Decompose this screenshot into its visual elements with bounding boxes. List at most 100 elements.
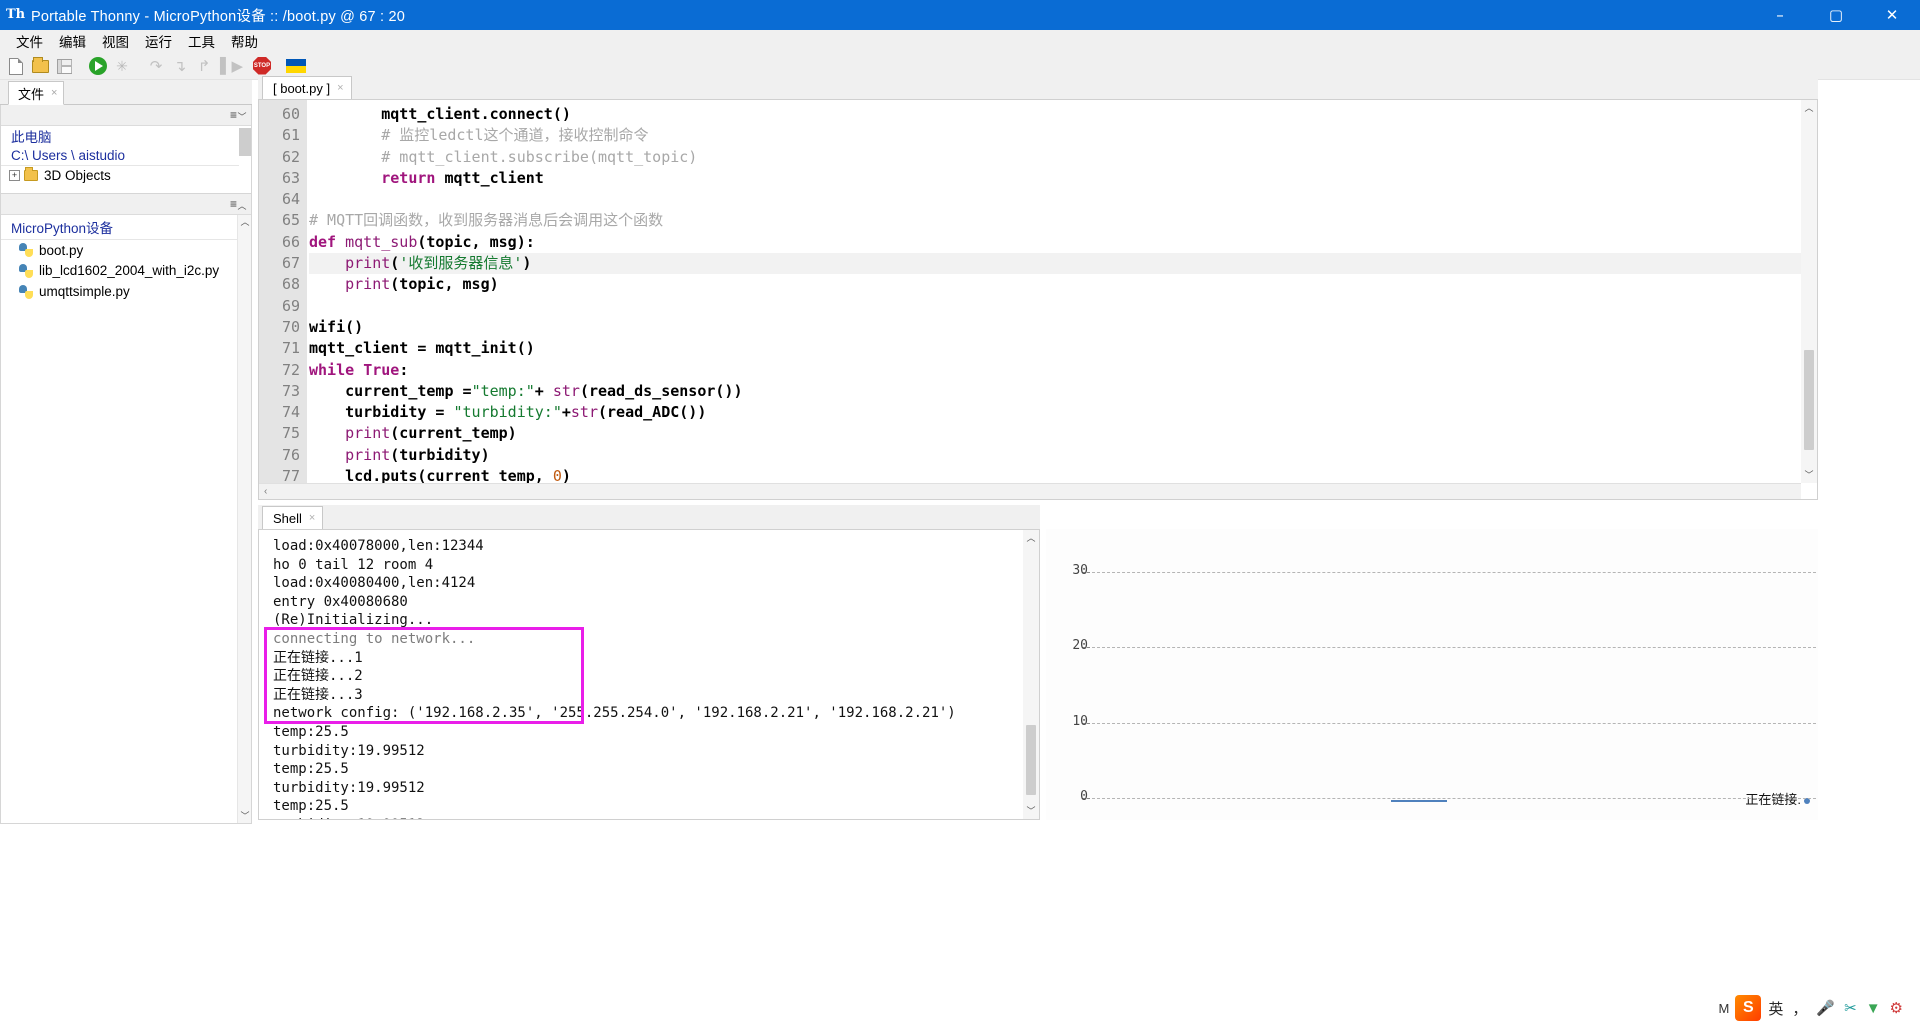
python-file-icon — [19, 243, 33, 257]
code-token: ) — [561, 467, 571, 483]
ime-screenshot-icon[interactable]: ✂ — [1844, 999, 1857, 1017]
scroll-thumb[interactable] — [239, 128, 251, 156]
device-file-boot[interactable]: boot.py — [1, 239, 251, 260]
expander-icon[interactable]: + — [9, 169, 20, 181]
device-file-umqttsimple[interactable]: umqttsimple.py — [1, 281, 251, 302]
scroll-up-icon[interactable]: ︿ — [1801, 100, 1817, 116]
plotter-canvas[interactable]: 正在链接. 0 10 20 30 — [1046, 529, 1818, 820]
code-token: (topic, msg): — [417, 232, 535, 251]
chevron-up-icon[interactable]: ︿ — [236, 199, 248, 212]
ime-settings-icon[interactable]: ⚙ — [1890, 999, 1903, 1017]
menu-view[interactable]: 视图 — [94, 29, 137, 53]
scroll-down-icon[interactable]: ﹀ — [1023, 803, 1039, 819]
tab-shell[interactable]: Shell × — [262, 506, 324, 529]
save-file-icon[interactable] — [53, 55, 75, 77]
step-into-icon[interactable]: ↴ — [169, 55, 191, 77]
code-token: 0 — [543, 467, 562, 483]
close-button[interactable]: ✕ — [1864, 0, 1920, 30]
python-file-icon — [19, 284, 33, 299]
step-out-icon[interactable]: ↱ — [193, 55, 215, 77]
menu-tools[interactable]: 工具 — [180, 29, 223, 53]
code-line[interactable]: mqtt_client = mqtt_init() — [309, 338, 1801, 359]
code-line[interactable]: # 监控ledctl这个通道，接收控制命令 — [309, 125, 1801, 146]
sogou-ime-icon[interactable] — [1735, 995, 1762, 1021]
scroll-left-icon[interactable]: ‹ — [264, 486, 267, 497]
step-over-icon[interactable]: ↷ — [145, 55, 167, 77]
code-token: (current_temp) — [390, 424, 517, 443]
code-line[interactable]: return mqtt_client — [309, 168, 1801, 189]
code-line[interactable]: print(topic, msg) — [309, 274, 1801, 295]
code-line[interactable]: current_temp ="temp:"+ str(read_ds_senso… — [309, 381, 1801, 402]
code-line[interactable]: lcd.puts(current_temp, 0) — [309, 466, 1801, 483]
ime-toolbox-icon[interactable]: ▼ — [1866, 1000, 1881, 1017]
code-line[interactable]: def mqtt_sub(topic, msg): — [309, 232, 1801, 253]
code-line[interactable] — [309, 189, 1801, 210]
window-controls: – ▢ ✕ — [1752, 0, 1920, 30]
code-lines[interactable]: mqtt_client.connect() # 监控ledctl这个通道，接收控… — [309, 104, 1801, 483]
tab-boot-py[interactable]: [ boot.py ] × — [262, 76, 352, 99]
shell-line: turbidity:19.99512 — [273, 779, 425, 796]
code-line[interactable]: # MQTT回调函数，收到服务器消息后会调用这个函数 — [309, 210, 1801, 231]
code-line[interactable]: wifi() — [309, 317, 1801, 338]
ime-punctuation-icon[interactable]: ， — [1792, 998, 1807, 1019]
line-number: 77 — [281, 467, 300, 483]
close-icon[interactable]: × — [51, 87, 57, 99]
tree-item-3d-objects[interactable]: + 3D Objects — [1, 165, 251, 184]
ime-mode-english[interactable]: 英 — [1768, 998, 1783, 1019]
line-number: 63 — [281, 168, 300, 187]
scroll-thumb[interactable] — [1026, 725, 1036, 795]
code-token: def — [309, 232, 337, 251]
debug-script-icon[interactable]: ✳ — [111, 55, 133, 77]
code-line[interactable] — [309, 296, 1801, 317]
code-line[interactable]: print('收到服务器信息') — [309, 253, 1801, 275]
open-file-icon[interactable] — [29, 55, 51, 77]
close-icon[interactable]: × — [309, 512, 315, 524]
menu-edit[interactable]: 编辑 — [51, 29, 94, 53]
code-line[interactable]: print(current_temp) — [309, 423, 1801, 444]
scroll-up-icon[interactable]: ︿ — [238, 215, 252, 229]
stop-icon[interactable]: STOP — [251, 55, 273, 77]
shell-line: 正在链接...1 — [273, 649, 363, 666]
editor-horizontal-scrollbar[interactable]: ‹ — [259, 483, 1801, 499]
scroll-up-icon[interactable]: ︿ — [1023, 530, 1039, 546]
editor-vertical-scrollbar[interactable]: ︿ ﹀ — [1801, 100, 1817, 483]
code-token: (read_ds_sensor()) — [579, 381, 743, 400]
chevron-down-icon[interactable]: ﹀ — [236, 110, 248, 123]
tab-files[interactable]: 文件 × — [8, 81, 65, 105]
line-number: 75 — [281, 424, 300, 443]
this-computer-header: ≡ ﹀ — [1, 105, 251, 126]
menu-run[interactable]: 运行 — [137, 29, 180, 53]
this-computer-path: C:\ Users \ aistudio — [11, 148, 126, 163]
code-line[interactable]: print(turbidity) — [309, 445, 1801, 466]
code-line[interactable]: while True: — [309, 360, 1801, 381]
device-file-lib-lcd[interactable]: lib_lcd1602_2004_with_i2c.py — [1, 260, 251, 281]
resume-icon[interactable]: ▌▶ — [217, 55, 243, 77]
menu-help[interactable]: 帮助 — [223, 29, 266, 53]
code-token: str — [552, 381, 580, 400]
ime-voice-input-icon[interactable]: 🎤 — [1816, 999, 1835, 1017]
new-file-icon[interactable] — [5, 55, 27, 77]
code-line[interactable]: # mqtt_client.subscribe(mqtt_topic) — [309, 147, 1801, 168]
shell-body[interactable]: load:0x40078000,len:12344 ho 0 tail 12 ro… — [258, 529, 1040, 820]
code-view[interactable]: 60 61 62 63 64 65 66 67 68 69 70 71 72 73 74 75 76 77 mqt… — [259, 100, 1801, 483]
shell-scrollbar[interactable]: ︿ ﹀ — [1023, 530, 1039, 819]
line-number: 72 — [281, 360, 300, 379]
menu-file[interactable]: 文件 — [8, 29, 51, 53]
scroll-down-icon[interactable]: ﹀ — [238, 809, 252, 823]
close-icon[interactable]: × — [337, 82, 343, 94]
code-line[interactable]: turbidity = "turbidity:"+str(read_ADC()) — [309, 402, 1801, 423]
scroll-down-icon[interactable]: ﹀ — [1801, 467, 1817, 483]
device-scrollbar[interactable]: ︿ ﹀ — [237, 215, 251, 823]
maximize-button[interactable]: ▢ — [1808, 0, 1864, 30]
shell-output[interactable]: load:0x40078000,len:12344 ho 0 tail 12 ro… — [259, 530, 1023, 819]
code-line[interactable]: mqtt_client.connect() — [309, 104, 1801, 125]
code-token: return — [381, 168, 436, 187]
run-script-icon[interactable] — [87, 55, 109, 77]
shell-line: load:0x40078000,len:12344 — [273, 538, 484, 554]
shell-line: temp:25.5 — [273, 798, 349, 815]
minimize-button[interactable]: – — [1752, 0, 1808, 30]
scroll-thumb[interactable] — [1804, 350, 1814, 450]
